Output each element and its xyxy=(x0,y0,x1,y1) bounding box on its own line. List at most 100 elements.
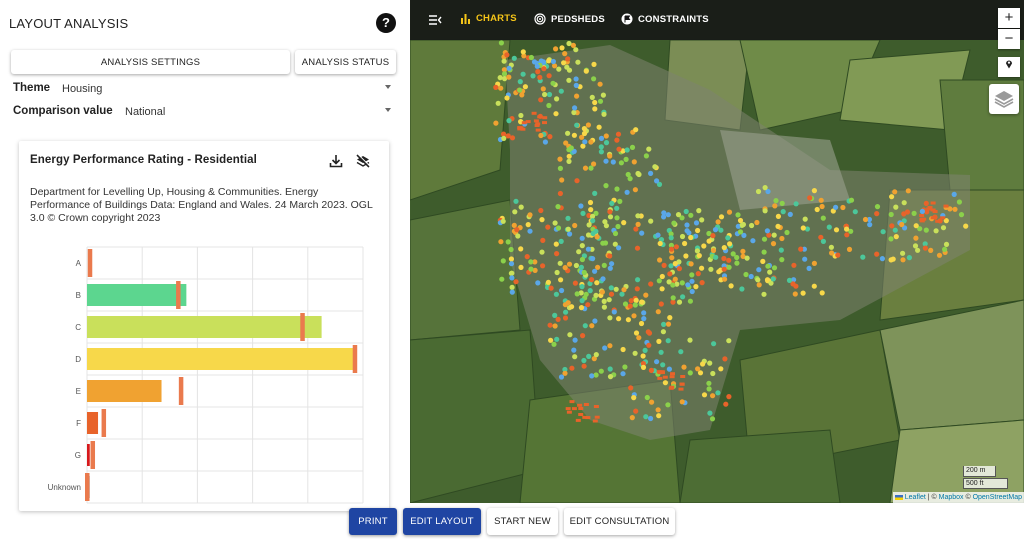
building-dot xyxy=(667,271,673,277)
building-dot xyxy=(574,122,580,128)
building-dot xyxy=(601,262,607,268)
building-dot xyxy=(726,264,732,270)
building-dot xyxy=(607,315,613,321)
satellite-map[interactable] xyxy=(410,0,1024,503)
mapbox-link[interactable]: Mapbox xyxy=(939,494,964,501)
building-dot xyxy=(840,204,846,211)
building-dot xyxy=(579,256,585,263)
building-dot xyxy=(635,221,641,227)
tab-pedsheds[interactable]: PEDSHEDS xyxy=(534,13,605,25)
building-dot xyxy=(574,178,580,184)
building-dot xyxy=(687,298,693,304)
building-dot xyxy=(538,207,544,214)
building-dot xyxy=(533,119,539,123)
building-dot xyxy=(670,295,676,301)
start-new-button[interactable]: START NEW xyxy=(487,508,558,535)
building-dot xyxy=(540,86,546,92)
analysis-status-button[interactable]: ANALYSIS STATUS xyxy=(295,50,396,74)
building-dot xyxy=(518,126,524,130)
print-button[interactable]: PRINT xyxy=(349,508,397,535)
leaflet-link[interactable]: Leaflet xyxy=(905,494,926,501)
building-dot xyxy=(632,187,638,193)
building-dot xyxy=(547,322,553,328)
building-dot xyxy=(726,394,732,400)
building-dot xyxy=(740,248,746,254)
building-dot xyxy=(646,342,652,348)
layers-button[interactable] xyxy=(989,84,1019,114)
building-dot xyxy=(509,289,515,295)
building-dot xyxy=(571,407,577,411)
building-dot xyxy=(658,301,664,307)
building-dot xyxy=(715,390,721,396)
building-dot xyxy=(565,226,571,232)
edit-consultation-button[interactable]: EDIT CONSULTATION xyxy=(564,508,675,535)
building-dot xyxy=(573,82,579,88)
building-dot xyxy=(588,139,594,145)
building-dot xyxy=(665,338,671,344)
building-dot xyxy=(923,200,929,206)
building-dot xyxy=(589,373,595,379)
building-dot xyxy=(779,235,785,242)
help-icon[interactable]: ? xyxy=(376,13,396,33)
menu-collapse-icon[interactable] xyxy=(428,13,442,27)
pedshed-rings-icon xyxy=(534,13,546,25)
building-dot xyxy=(911,210,917,216)
building-dot xyxy=(546,58,552,64)
building-dot xyxy=(662,380,668,386)
map-view[interactable]: CHARTS PEDSHEDS CONSTRAINTS + − 200 m 50… xyxy=(410,0,1024,503)
building-dot xyxy=(581,357,587,364)
comparison-select[interactable]: Comparison value National xyxy=(13,105,393,123)
building-dot xyxy=(912,243,919,249)
bar-c xyxy=(87,316,322,338)
building-dot xyxy=(643,292,649,298)
building-dot xyxy=(844,226,850,232)
layers-hide-icon[interactable] xyxy=(355,153,371,169)
edit-layout-button[interactable]: EDIT LAYOUT xyxy=(403,508,481,535)
building-dot xyxy=(654,178,660,184)
building-dot xyxy=(852,209,858,215)
building-dot xyxy=(597,98,604,104)
building-dot xyxy=(780,209,786,215)
comparison-label: Comparison value xyxy=(13,105,113,117)
building-dot xyxy=(631,159,637,165)
zoom-in-button[interactable]: + xyxy=(998,8,1020,28)
building-dot xyxy=(582,165,589,171)
building-dot xyxy=(775,213,781,219)
theme-select[interactable]: Theme Housing xyxy=(13,82,393,100)
building-dot xyxy=(715,219,721,225)
building-dot xyxy=(528,54,534,61)
building-dot xyxy=(706,386,712,392)
building-dot xyxy=(721,245,727,251)
building-dot xyxy=(579,298,585,304)
building-dot xyxy=(893,204,899,210)
building-dot xyxy=(569,400,575,404)
building-dot xyxy=(699,280,705,286)
building-dot xyxy=(904,209,911,215)
analysis-settings-button[interactable]: ANALYSIS SETTINGS xyxy=(11,50,290,74)
building-dot xyxy=(598,135,605,141)
building-dot xyxy=(595,264,601,270)
building-dot xyxy=(765,263,771,269)
building-dot xyxy=(684,228,690,234)
building-dot xyxy=(594,234,600,240)
building-dot xyxy=(710,247,717,254)
building-dot xyxy=(512,209,518,215)
building-dot xyxy=(779,200,785,206)
osm-link[interactable]: OpenStreetMap xyxy=(973,494,1022,501)
building-dot xyxy=(648,415,654,422)
zoom-out-button[interactable]: − xyxy=(998,29,1020,49)
building-dot xyxy=(577,403,583,407)
building-dot xyxy=(906,255,912,261)
building-dot xyxy=(899,221,905,228)
tab-charts[interactable]: CHARTS xyxy=(460,13,517,24)
building-dot xyxy=(668,235,674,241)
download-icon[interactable] xyxy=(328,153,344,169)
building-dot xyxy=(624,147,630,153)
building-dot xyxy=(721,266,727,272)
building-dot xyxy=(660,362,666,368)
tab-constraints[interactable]: CONSTRAINTS xyxy=(621,13,709,25)
building-dot xyxy=(578,264,584,270)
locate-button[interactable] xyxy=(998,57,1020,77)
building-dot xyxy=(695,271,701,277)
building-dot xyxy=(535,128,541,132)
